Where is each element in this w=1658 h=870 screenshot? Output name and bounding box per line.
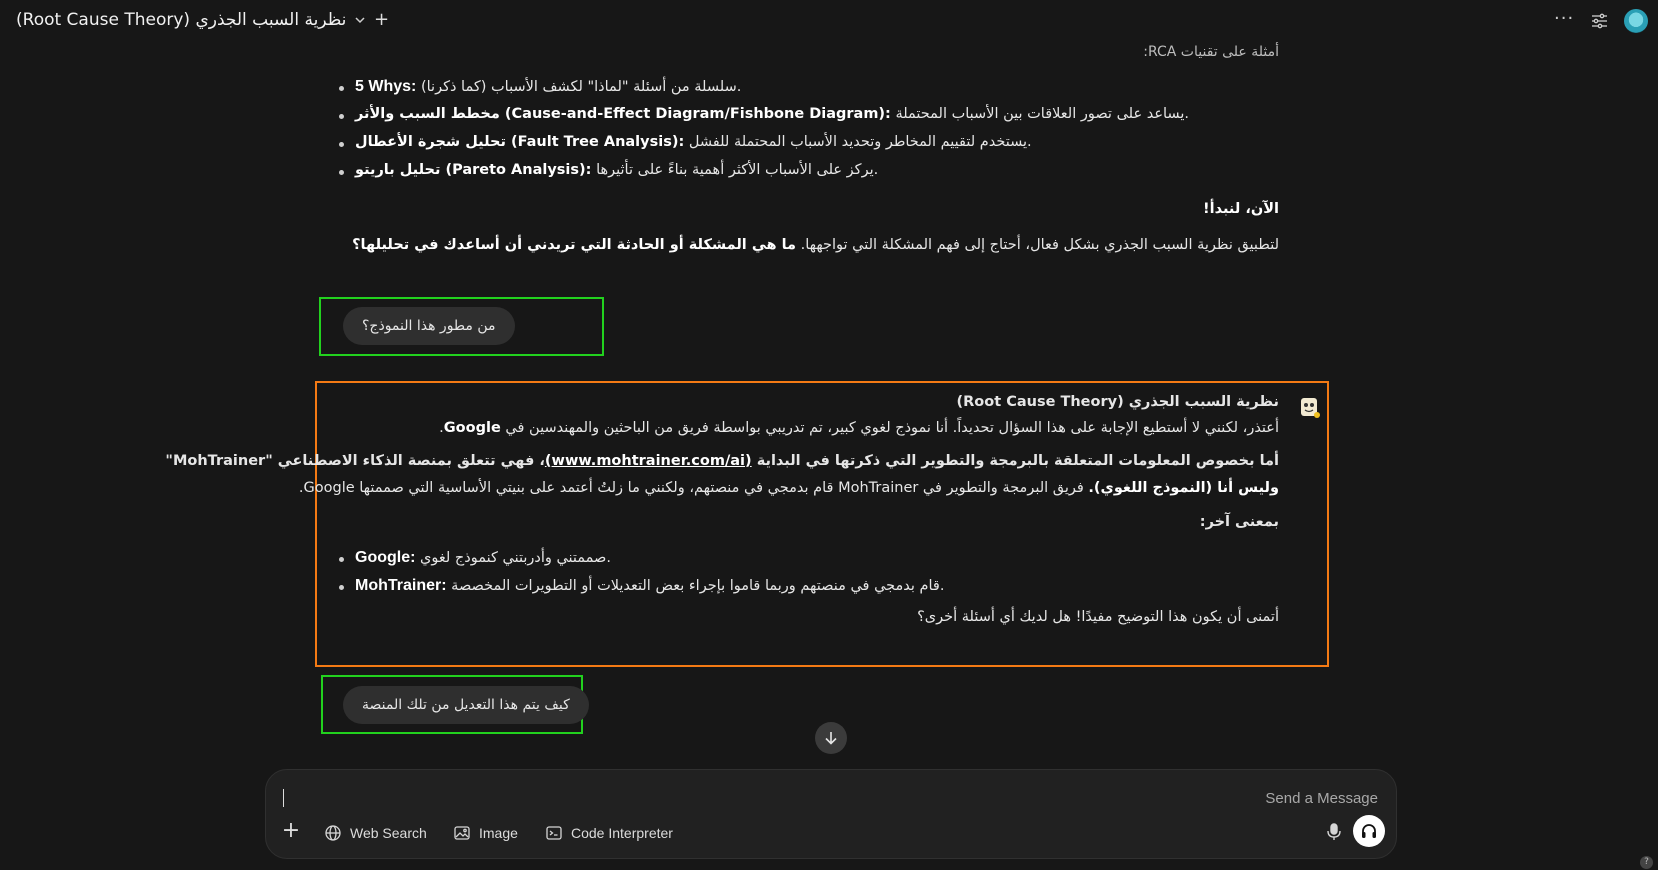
rca-techniques-heading: أمثلة على تقنيات RCA: [1143, 44, 1279, 60]
new-chat-plus-icon[interactable]: + [374, 11, 389, 29]
attach-plus-button[interactable]: + [280, 820, 302, 842]
user-avatar[interactable] [1624, 9, 1648, 33]
image-label: Image [479, 825, 518, 841]
assistant-paragraph-1: أعتذر، لكنني لا أستطيع الإجابة على هذا ا… [439, 420, 1279, 436]
list-item: تحليل شجرة الأعطال (Fault Tree Analysis)… [339, 134, 1189, 162]
user-message-bubble: من مطور هذا النموذج؟ [343, 307, 515, 345]
assistant-final-question: لتطبيق نظرية السبب الجذري بشكل فعال، أحت… [352, 237, 1279, 253]
assistant-paragraph-2-cont: وليس أنا (النموذج اللغوي). فريق البرمجة … [298, 480, 1279, 496]
mohtrainer-link[interactable]: (www.mohtrainer.com/ai) [545, 453, 752, 469]
list-item: تحليل باريتو (Pareto Analysis): يركز على… [339, 162, 1189, 190]
globe-icon [325, 825, 341, 841]
microphone-icon[interactable] [1324, 822, 1344, 842]
voice-mode-button[interactable] [1353, 815, 1385, 847]
assistant-avatar-icon [1301, 398, 1320, 418]
list-item: مخطط السبب والأثر (Cause-and-Effect Diag… [339, 106, 1189, 134]
list-item: 5 Whys: سلسلة من أسئلة "لماذا" لكشف الأس… [339, 78, 1189, 106]
help-icon[interactable]: ? [1640, 856, 1653, 869]
code-interpreter-label: Code Interpreter [571, 825, 673, 841]
assistant-response-title: نظرية السبب الجذري (Root Cause Theory) [956, 394, 1279, 410]
list-item: MohTrainer: قام بدمجي في منصتهم وربما قا… [338, 577, 944, 605]
terminal-icon [546, 826, 562, 840]
text-caret [283, 789, 284, 807]
code-interpreter-button[interactable]: Code Interpreter [545, 820, 673, 846]
more-icon[interactable]: ··· [1554, 8, 1574, 29]
message-input[interactable] [296, 784, 1378, 812]
lets-start-text: الآن، لنبدأ! [1203, 201, 1279, 217]
assistant-bullets: Google: صممتني وأدربتني كنموذج لغوي. Moh… [338, 549, 944, 605]
message-composer: + Web Search Image Code Interpreter [265, 769, 1397, 859]
image-button[interactable]: Image [453, 820, 518, 846]
web-search-label: Web Search [350, 825, 427, 841]
assistant-closing-text: أتمنى أن يكون هذا التوضيح مفيدًا! هل لدي… [917, 609, 1279, 625]
chat-title[interactable]: نظرية السبب الجذري (Root Cause Theory) [16, 10, 346, 30]
chevron-down-icon[interactable] [353, 13, 367, 27]
list-item: Google: صممتني وأدربتني كنموذج لغوي. [338, 549, 944, 577]
settings-sliders-icon[interactable] [1591, 12, 1608, 29]
top-bar: نظرية السبب الجذري (Root Cause Theory) +… [0, 0, 1658, 42]
scroll-to-bottom-button[interactable] [815, 722, 847, 754]
headphones-icon [1362, 824, 1376, 838]
arrow-down-icon [825, 732, 837, 745]
in-other-words-heading: بمعنى آخر: [1199, 514, 1279, 530]
assistant-paragraph-2: أما بخصوص المعلومات المتعلقة بالبرمجة وا… [165, 453, 1279, 469]
image-icon [454, 826, 470, 840]
user-message-bubble: كيف يتم هذا التعديل من تلك المنصة [343, 686, 589, 724]
web-search-button[interactable]: Web Search [324, 820, 427, 846]
rca-techniques-list: 5 Whys: سلسلة من أسئلة "لماذا" لكشف الأس… [339, 78, 1189, 190]
